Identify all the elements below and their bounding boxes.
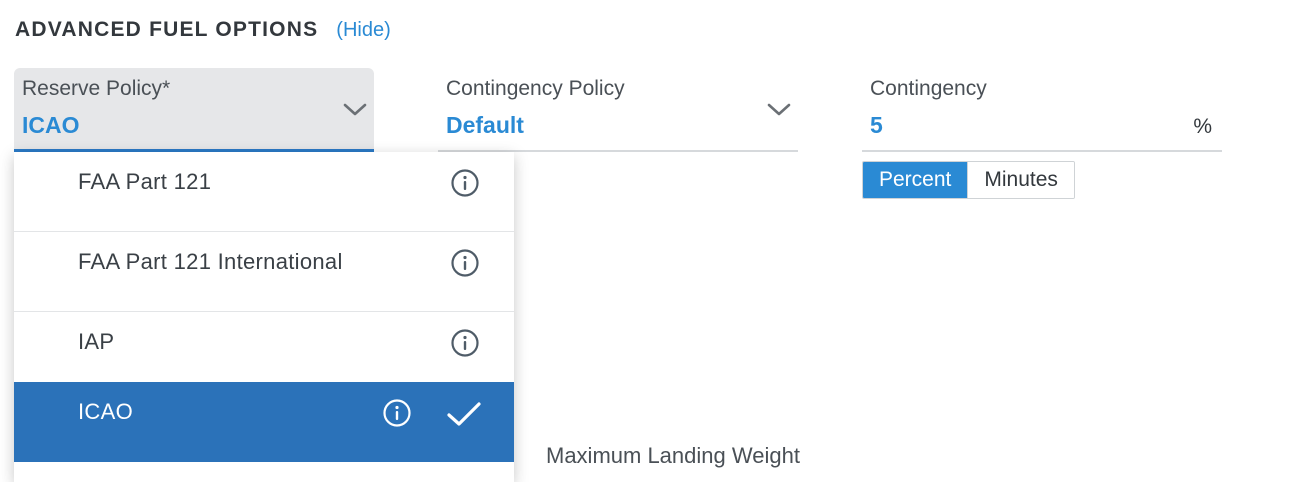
dropdown-option-iap[interactable]: IAP	[14, 312, 514, 392]
contingency-unit: %	[1193, 115, 1212, 138]
reserve-policy-value: ICAO	[22, 112, 80, 138]
chevron-down-icon[interactable]	[342, 102, 368, 118]
contingency-policy-label: Contingency Policy	[446, 77, 625, 100]
percent-option[interactable]: Percent	[863, 162, 968, 198]
reserve-policy-label: Reserve Policy*	[22, 77, 171, 100]
reserve-policy-select[interactable]: Reserve Policy* ICAO	[14, 68, 374, 152]
section-header: ADVANCED FUEL OPTIONS (Hide)	[15, 16, 391, 44]
contingency-policy-select[interactable]: Contingency Policy Default	[438, 68, 798, 152]
dropdown-option-icao[interactable]: ICAO	[14, 382, 514, 462]
info-icon[interactable]	[450, 328, 480, 358]
contingency-label: Contingency	[870, 77, 987, 100]
contingency-value[interactable]: 5	[870, 112, 883, 139]
hide-link[interactable]: (Hide)	[336, 19, 390, 42]
reserve-policy-dropdown: FAA Part 121 FAA Part 121 International …	[14, 152, 514, 482]
option-label: ICAO	[78, 399, 133, 424]
option-label: IAP	[78, 329, 115, 354]
option-label: FAA Part 121 International	[78, 249, 343, 274]
minutes-option[interactable]: Minutes	[967, 162, 1074, 198]
contingency-input[interactable]: Contingency 5 %	[862, 68, 1222, 152]
info-icon[interactable]	[382, 398, 412, 428]
check-icon	[447, 402, 481, 426]
contingency-mode-toggle: Percent Minutes	[862, 161, 1075, 199]
contingency-policy-value: Default	[446, 112, 524, 138]
info-icon[interactable]	[450, 248, 480, 278]
chevron-down-icon[interactable]	[766, 102, 792, 118]
max-landing-weight-label: Maximum Landing Weight	[546, 443, 800, 468]
dropdown-option-faa-part-121[interactable]: FAA Part 121	[14, 152, 514, 232]
info-icon[interactable]	[450, 168, 480, 198]
option-label: FAA Part 121	[78, 169, 212, 194]
dropdown-option-faa-part-121-international[interactable]: FAA Part 121 International	[14, 232, 514, 312]
section-title: ADVANCED FUEL OPTIONS	[15, 18, 319, 41]
